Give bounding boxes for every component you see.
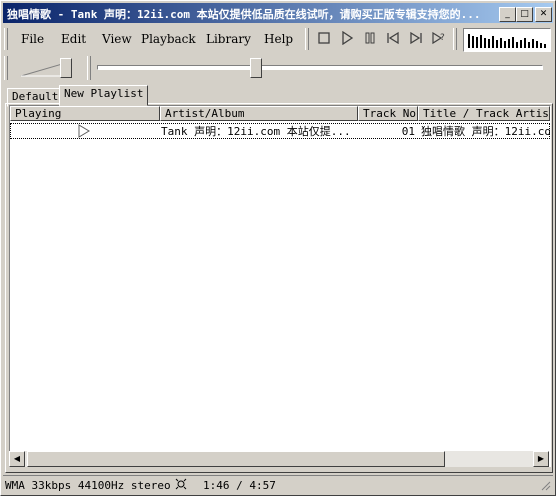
random-icon[interactable]: ?	[430, 31, 448, 47]
tab-new-playlist[interactable]: New Playlist	[59, 85, 149, 106]
status-time: 1:46 / 4:57	[203, 479, 276, 492]
visualizer-bar	[520, 40, 522, 48]
visualizer-bar	[476, 37, 478, 48]
next-icon[interactable]	[407, 31, 425, 47]
menu-library[interactable]: Library	[206, 32, 251, 46]
column-artist-album[interactable]: Artist/Album	[160, 106, 358, 121]
scroll-right-icon[interactable]: ▶	[533, 451, 549, 467]
volume-slider[interactable]	[17, 56, 79, 80]
visualizer-bar	[540, 43, 542, 48]
status-bar: WMA 33kbps 44100Hz stereo 1:46 / 4:57	[3, 475, 553, 494]
visualizer-bar	[484, 38, 486, 48]
scrollbar-thumb[interactable]	[27, 451, 445, 467]
column-playing[interactable]: Playing	[10, 106, 160, 121]
menu-edit[interactable]: Edit	[61, 32, 86, 46]
visualizer-bar	[500, 38, 502, 48]
visualizer-bar	[536, 41, 538, 48]
visualizer-bar	[496, 40, 498, 48]
stop-icon[interactable]	[315, 31, 333, 47]
window-title: 独唱情歌 - Tank 声明：12ii.com 本站仅提供低品质在线试听，请购买…	[7, 8, 481, 21]
menu-file[interactable]: File	[21, 32, 44, 46]
status-format: WMA 33kbps 44100Hz stereo	[5, 479, 171, 492]
visualizer-bar	[512, 37, 514, 48]
minimize-button[interactable]: _	[499, 7, 516, 22]
visualizer-bar	[524, 38, 526, 48]
visualizer-bar	[468, 34, 470, 48]
horizontal-scrollbar[interactable]: ◀ ▶	[9, 451, 549, 467]
column-title[interactable]: Title / Track Artist	[418, 106, 550, 121]
cell-artist-album: Tank 声明：12ii.com 本站仅提...	[161, 125, 351, 138]
column-track-no[interactable]: Track No	[358, 106, 418, 121]
maximize-button[interactable]: □	[516, 7, 533, 22]
seek-grip[interactable]	[87, 56, 91, 80]
cell-track-no: 01	[401, 125, 415, 138]
cell-title: 独唱情歌 声明：12ii.com	[421, 125, 551, 138]
menu-help[interactable]: Help	[264, 32, 293, 46]
play-icon[interactable]	[338, 30, 356, 47]
previous-icon[interactable]	[384, 31, 402, 47]
visualizer-bar	[532, 39, 534, 48]
seek-slider-thumb[interactable]	[250, 58, 262, 78]
visualizer-grip[interactable]	[453, 28, 457, 50]
visualizer-bar	[488, 39, 490, 48]
visualizer-bar	[480, 35, 482, 48]
play-outline-icon	[77, 124, 91, 142]
table-row[interactable]: Tank 声明：12ii.com 本站仅提... 01 独唱情歌 声明：12ii…	[10, 123, 550, 139]
menu-playback[interactable]: Playback	[141, 32, 196, 46]
svg-text:?: ?	[440, 33, 445, 43]
menu-bar: File Edit View Playback Library Help	[7, 29, 293, 49]
menu-view[interactable]: View	[102, 32, 132, 46]
repeat-icon[interactable]	[175, 478, 187, 493]
visualizer-bar	[472, 36, 474, 48]
volume-slider-thumb[interactable]	[60, 58, 72, 78]
visualizer	[463, 28, 551, 52]
toolbar-grip[interactable]	[305, 28, 309, 50]
visualizer-bar	[492, 36, 494, 48]
seek-track[interactable]	[97, 65, 543, 70]
pause-icon[interactable]	[361, 31, 379, 47]
player-window: 独唱情歌 - Tank 声明：12ii.com 本站仅提供低品质在线试听，请购买…	[0, 0, 556, 496]
visualizer-bar	[528, 42, 530, 48]
close-button[interactable]: ✕	[535, 7, 552, 22]
title-bar[interactable]: 独唱情歌 - Tank 声明：12ii.com 本站仅提供低品质在线试听，请购买…	[3, 3, 553, 23]
visualizer-bar	[508, 39, 510, 48]
scroll-left-icon[interactable]: ◀	[9, 451, 25, 467]
seek-slider[interactable]	[97, 56, 545, 80]
visualizer-bar	[516, 42, 518, 48]
visualizer-bar	[504, 41, 506, 48]
resize-grip[interactable]	[539, 479, 551, 491]
volume-grip[interactable]	[4, 56, 8, 80]
playlist-view[interactable]: Playing Artist/Album Track No Title / Tr…	[9, 105, 551, 467]
visualizer-bar	[544, 44, 546, 48]
